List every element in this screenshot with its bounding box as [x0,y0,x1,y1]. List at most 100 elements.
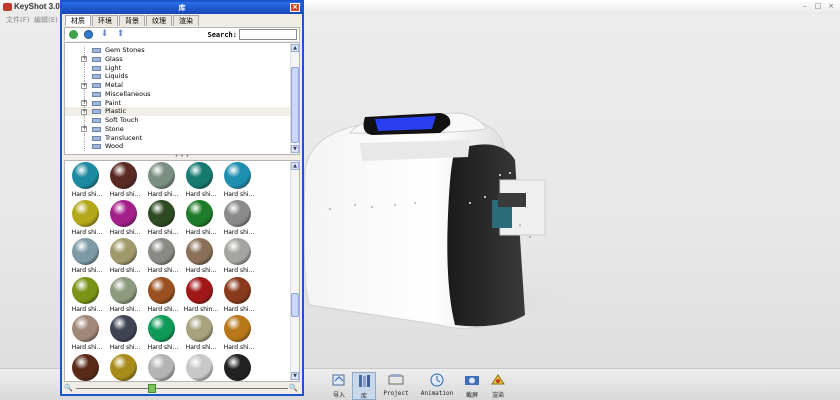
material-swatch[interactable]: Hard shi... [182,162,218,202]
animation-button[interactable]: Animation [417,372,457,400]
material-swatch[interactable]: Hard shi... [220,238,256,278]
material-swatch[interactable]: Hard shi... [106,200,142,240]
material-swatch[interactable]: Hard shi... [220,277,256,317]
material-preview-ball [186,354,213,381]
scroll-up-icon[interactable]: ▲ [291,44,299,52]
material-preview-ball [224,315,251,342]
tree-scroll-thumb[interactable] [291,67,299,143]
material-swatch[interactable]: Hard shi... [182,238,218,278]
tree-item[interactable]: Gem Stones [65,46,299,55]
tree-item[interactable]: Light [65,63,299,73]
library-icon [359,375,370,387]
material-name: Hard shi... [109,267,141,274]
material-swatch[interactable]: Hard shi... [182,200,218,240]
tree-scrollbar[interactable]: ▲ ▼ [290,43,299,154]
add-folder-icon[interactable] [69,30,78,39]
material-name: Hard shi... [71,306,103,313]
tree-item[interactable]: + Stone [65,124,299,134]
material-swatch[interactable]: Hard shi... [106,162,142,202]
refresh-icon[interactable] [84,30,93,39]
material-swatch[interactable]: Hard shi... [144,238,180,278]
tree-item[interactable]: Wood [65,142,299,151]
folder-icon [92,83,101,88]
material-category-tree: Gem Stones + Glass Light Liquids + Metal Miscel… [64,42,300,155]
material-swatch[interactable]: Hard shi... [220,200,256,240]
expand-icon[interactable]: + [81,100,87,106]
search-input[interactable] [239,29,297,40]
screenshot-button[interactable]: 截屏 [460,372,484,400]
material-swatch[interactable]: Hard shi... [68,315,104,355]
minimize-icon[interactable]: – [800,2,810,11]
expand-icon[interactable]: + [81,82,87,89]
tree-item[interactable]: + Metal [65,81,299,90]
animation-label: Animation [420,390,454,397]
material-name: Hard shi... [71,344,103,351]
material-preview-ball [72,354,99,381]
close-icon[interactable]: × [290,3,300,12]
move-down-icon[interactable]: ⬇ [100,30,109,39]
grid-scroll-thumb[interactable] [291,293,299,317]
material-swatch[interactable]: Hard shi... [144,200,180,240]
project-button[interactable]: Project [379,372,413,400]
material-swatch[interactable]: Hard shi... [144,315,180,355]
expand-icon[interactable]: + [81,126,87,133]
material-swatch[interactable]: Hard shi... [220,162,256,202]
grid-scroll-up-icon[interactable]: ▲ [291,162,299,170]
tab-textures[interactable]: 纹理 [146,15,172,26]
material-name: Hard shi... [109,306,141,313]
material-swatch[interactable]: Hard shi... [68,162,104,202]
material-name: Hard shi... [147,306,179,313]
maximize-icon[interactable]: □ [813,2,823,11]
render-button[interactable]: 渲染 [486,372,510,400]
tree-item[interactable]: Translucent [65,133,299,143]
zoom-out-icon[interactable]: 🔍 [64,384,73,393]
menu-file[interactable]: 文件(F) [6,15,30,25]
scroll-down-icon[interactable]: ▼ [291,145,299,153]
material-swatch[interactable]: Hard shi... [220,315,256,355]
menu-edit[interactable]: 编辑(E) [34,15,58,25]
material-swatch[interactable]: Hard shi... [68,200,104,240]
material-swatch[interactable]: Hard shi... [144,277,180,317]
material-swatch[interactable]: Hard shin... [182,277,218,317]
material-swatch[interactable]: Hard shi... [144,162,180,202]
tree-item[interactable]: + Plastic [65,107,299,116]
expand-icon[interactable]: + [81,56,87,63]
grid-scroll-down-icon[interactable]: ▼ [291,372,299,380]
material-swatch[interactable]: Hard shi... [144,354,180,381]
material-swatch[interactable]: Hard shi... [68,354,104,381]
slider-thumb[interactable] [148,384,156,393]
screenshot-label: 截屏 [465,392,478,399]
tree-item[interactable]: + Paint [65,98,299,108]
tree-item[interactable]: Liquids [65,72,299,81]
material-swatch[interactable]: Hard shi... [106,354,142,381]
tree-item[interactable]: Miscellaneous [65,89,299,99]
zoom-in-icon[interactable]: 🔍 [289,384,298,393]
material-swatch[interactable]: Hard shi... [220,354,256,381]
tree-guide-line [84,116,85,125]
close-app-icon[interactable]: × [826,2,836,11]
tree-item[interactable]: Soft Touch [65,116,299,125]
expand-icon[interactable]: + [81,108,87,115]
material-swatch[interactable]: Hard shi... [106,238,142,278]
keyshot-logo-icon [3,3,12,11]
move-up-icon[interactable]: ⬆ [116,30,125,39]
material-swatch[interactable]: Hard shi... [182,315,218,355]
tree-item-label: Miscellaneous [105,89,151,98]
material-swatch[interactable]: Hard shi... [68,238,104,278]
library-button[interactable]: 库 [352,372,376,400]
import-button[interactable]: 导入 [322,372,356,400]
tab-backgrounds[interactable]: 背景 [119,15,145,26]
material-swatch[interactable]: Hard shi... [106,315,142,355]
library-titlebar[interactable]: 库 × [62,2,302,14]
thumbnail-size-slider[interactable]: 🔍 🔍 [64,383,300,394]
tree-item[interactable]: + Glass [65,54,299,64]
material-swatch[interactable]: Hard shi... [106,277,142,317]
material-swatch[interactable]: Hard shi... [68,277,104,317]
tab-environments[interactable]: 环境 [92,15,118,26]
tab-renderings[interactable]: 渲染 [173,15,199,26]
material-swatch[interactable]: Hard shi... [182,354,218,381]
library-tabs: 材质 环境 背景 纹理 渲染 [62,15,302,27]
material-preview-ball [148,277,175,304]
grid-scrollbar[interactable]: ▲ ▼ [290,161,299,381]
tab-materials[interactable]: 材质 [65,15,91,26]
